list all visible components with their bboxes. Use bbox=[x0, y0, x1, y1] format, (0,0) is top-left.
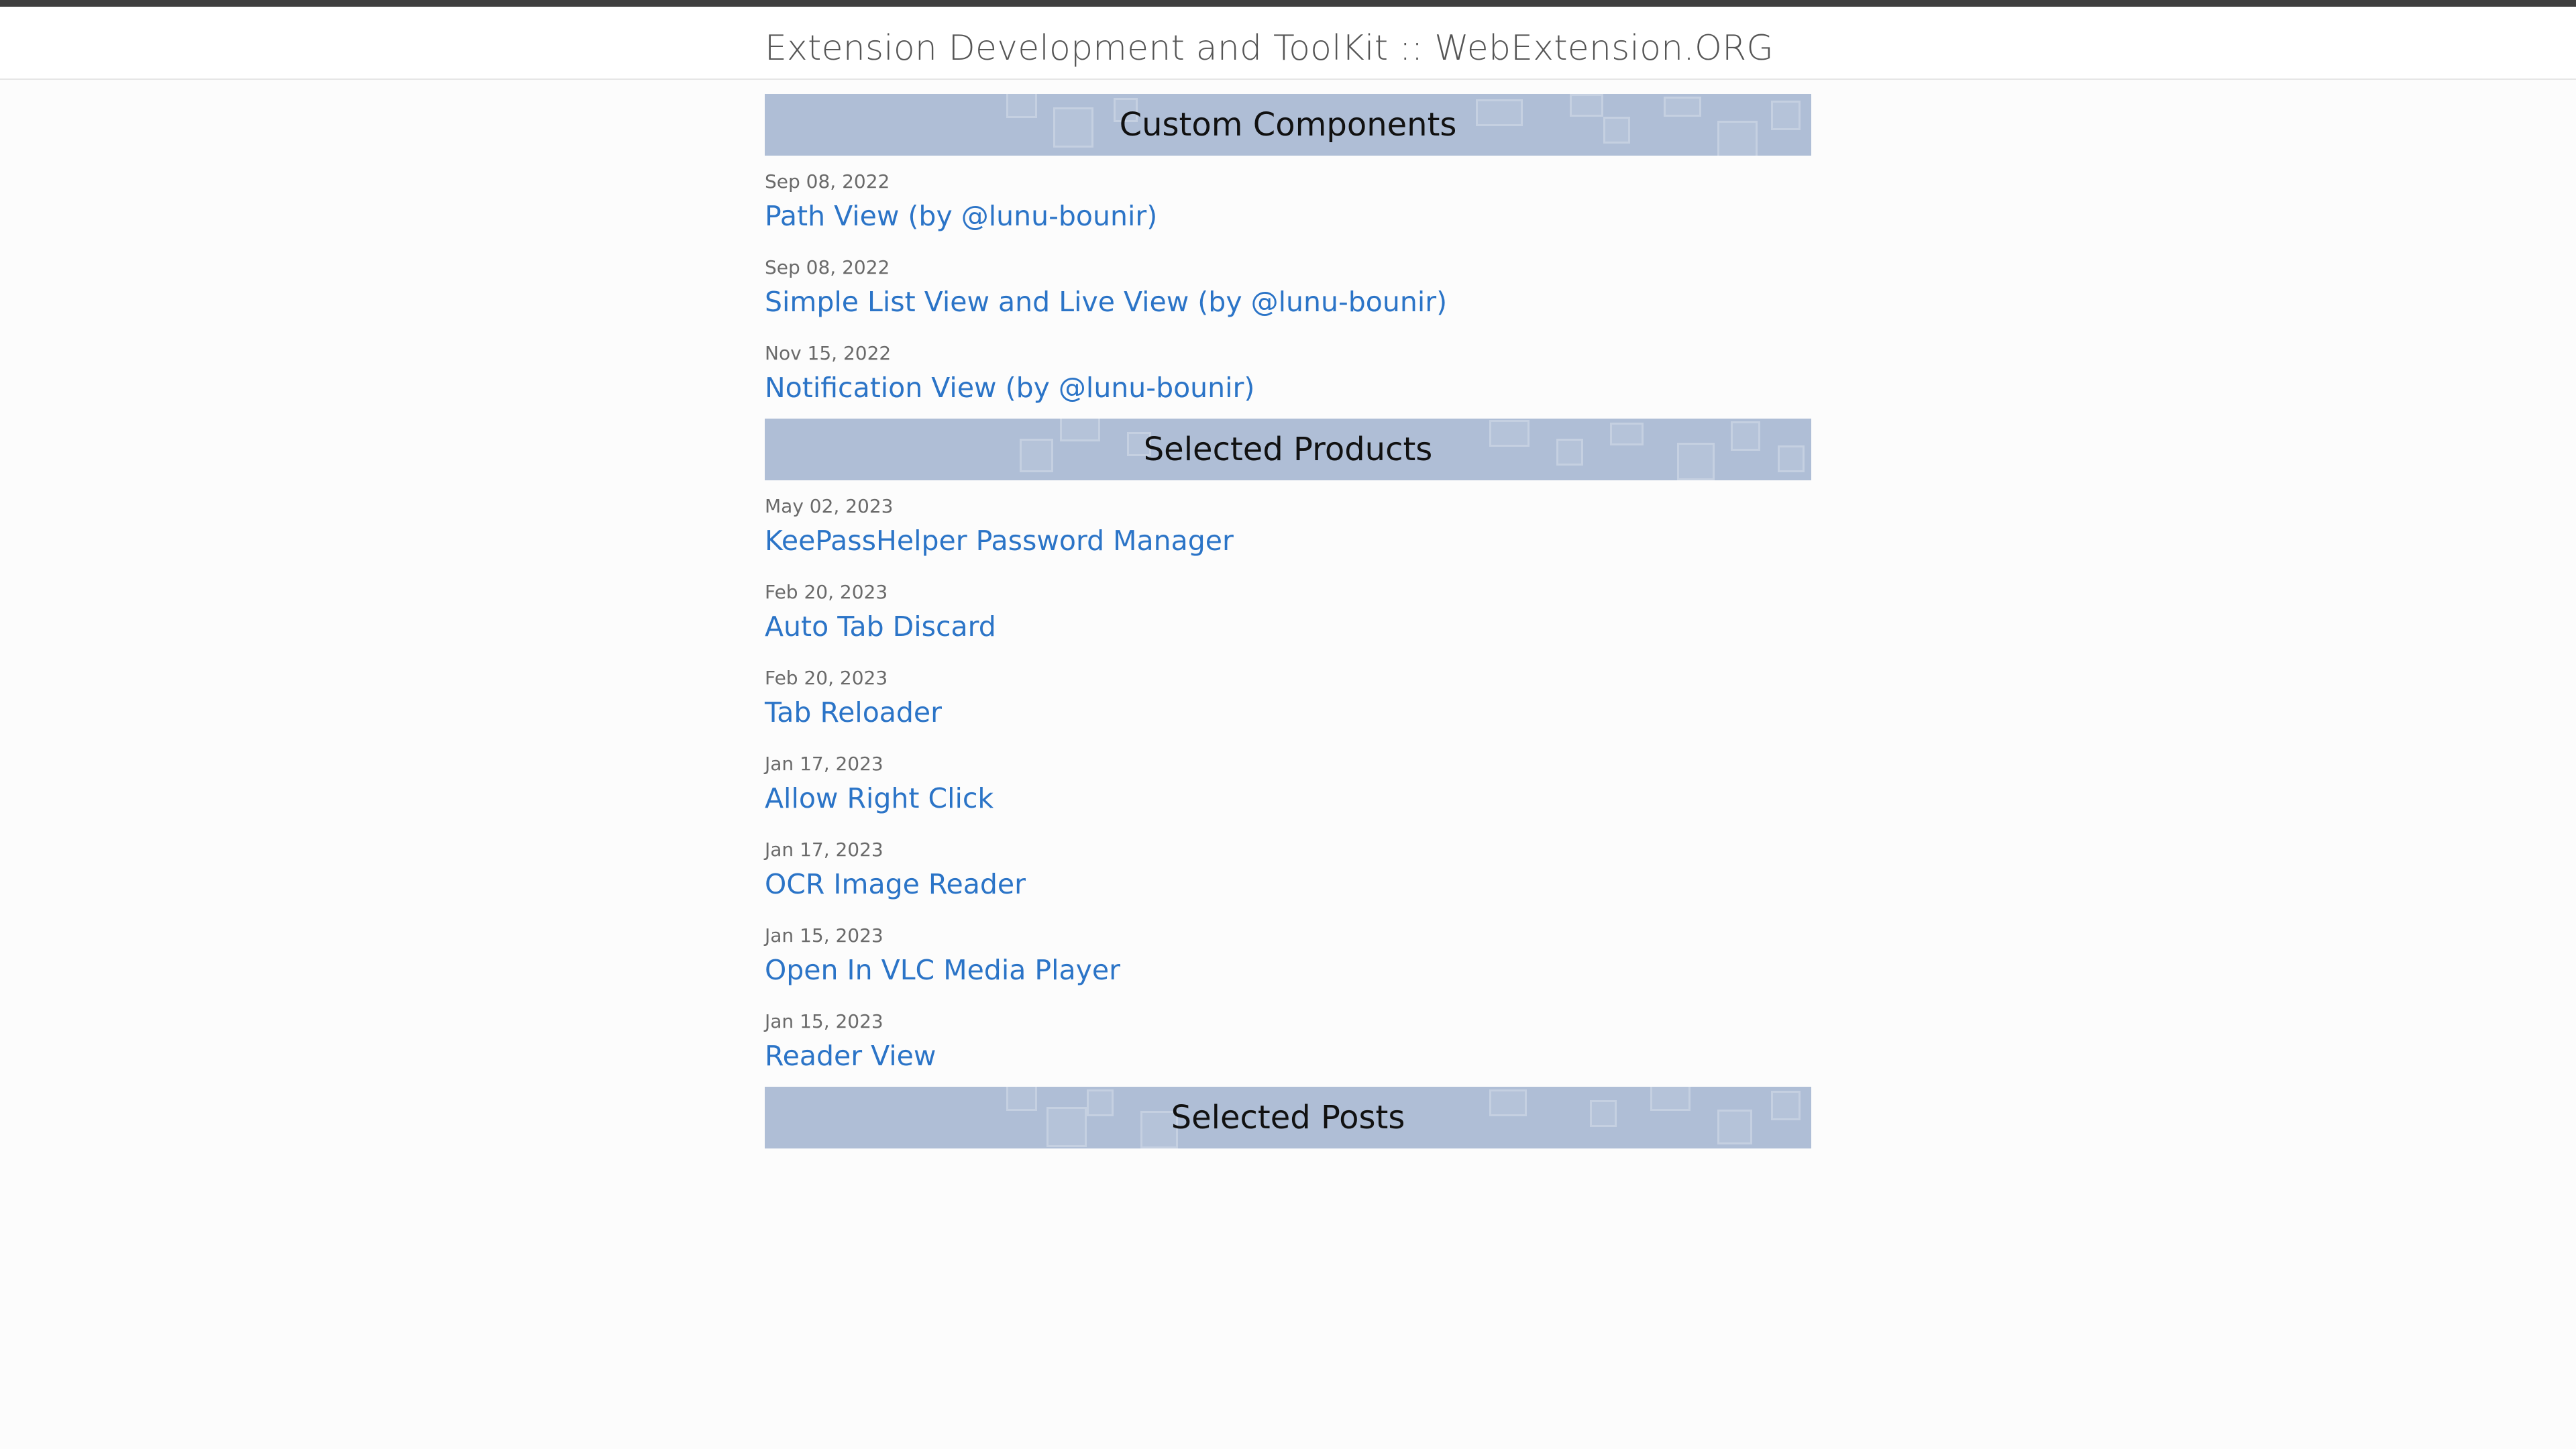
item-link[interactable]: Tab Reloader bbox=[765, 692, 1811, 733]
item-link[interactable]: OCR Image Reader bbox=[765, 864, 1811, 904]
item-date: May 02, 2023 bbox=[765, 495, 894, 517]
list-item: Jan 15, 2023 Open In VLC Media Player bbox=[765, 911, 1811, 997]
item-date: Nov 15, 2022 bbox=[765, 342, 892, 364]
top-bar bbox=[0, 0, 2576, 7]
list-item: Sep 08, 2022 Simple List View and Live V… bbox=[765, 243, 1811, 329]
list-item: Jan 17, 2023 OCR Image Reader bbox=[765, 825, 1811, 911]
item-date: Jan 17, 2023 bbox=[765, 839, 883, 861]
list-item: Jan 15, 2023 Reader View bbox=[765, 997, 1811, 1083]
section-header: Selected Products bbox=[765, 419, 1811, 480]
item-link[interactable]: Simple List View and Live View (by @lunu… bbox=[765, 282, 1811, 322]
list-item: May 02, 2023 KeePassHelper Password Mana… bbox=[765, 492, 1811, 568]
section-header: Selected Posts bbox=[765, 1087, 1811, 1148]
item-list: Sep 08, 2022 Path View (by @lunu-bounir)… bbox=[765, 156, 1811, 419]
item-date: Jan 17, 2023 bbox=[765, 753, 883, 775]
item-link[interactable]: KeePassHelper Password Manager bbox=[765, 521, 1811, 561]
item-date: Feb 20, 2023 bbox=[765, 667, 888, 689]
list-item: Feb 20, 2023 Auto Tab Discard bbox=[765, 568, 1811, 653]
list-item: Jan 17, 2023 Allow Right Click bbox=[765, 739, 1811, 825]
section-title: Selected Posts bbox=[1171, 1099, 1405, 1136]
item-link[interactable]: Path View (by @lunu-bounir) bbox=[765, 196, 1811, 236]
site-title-link[interactable]: Extension Development and ToolKit :: Web… bbox=[765, 19, 1774, 78]
item-date: Sep 08, 2022 bbox=[765, 170, 890, 193]
item-date: Sep 08, 2022 bbox=[765, 256, 890, 278]
section-custom-components: Custom Components Sep 08, 2022 Path View… bbox=[765, 94, 1811, 419]
item-date: Jan 15, 2023 bbox=[765, 924, 883, 947]
section-title: Custom Components bbox=[1119, 106, 1457, 144]
item-link[interactable]: Open In VLC Media Player bbox=[765, 950, 1811, 990]
main-content: Custom Components Sep 08, 2022 Path View… bbox=[765, 94, 1811, 1148]
site-header: Extension Development and ToolKit :: Web… bbox=[0, 7, 2576, 80]
item-link[interactable]: Notification View (by @lunu-bounir) bbox=[765, 368, 1811, 408]
section-header: Custom Components bbox=[765, 94, 1811, 156]
section-selected-products: Selected Products May 02, 2023 KeePassHe… bbox=[765, 419, 1811, 1087]
item-link[interactable]: Reader View bbox=[765, 1036, 1811, 1076]
item-date: Feb 20, 2023 bbox=[765, 581, 888, 603]
section-selected-posts: Selected Posts bbox=[765, 1087, 1811, 1148]
item-link[interactable]: Allow Right Click bbox=[765, 778, 1811, 818]
list-item: Sep 08, 2022 Path View (by @lunu-bounir) bbox=[765, 168, 1811, 243]
item-list: May 02, 2023 KeePassHelper Password Mana… bbox=[765, 480, 1811, 1087]
item-date: Jan 15, 2023 bbox=[765, 1010, 883, 1032]
list-item: Feb 20, 2023 Tab Reloader bbox=[765, 653, 1811, 739]
section-title: Selected Products bbox=[1143, 431, 1433, 468]
list-item: Nov 15, 2022 Notification View (by @lunu… bbox=[765, 329, 1811, 415]
item-link[interactable]: Auto Tab Discard bbox=[765, 606, 1811, 647]
